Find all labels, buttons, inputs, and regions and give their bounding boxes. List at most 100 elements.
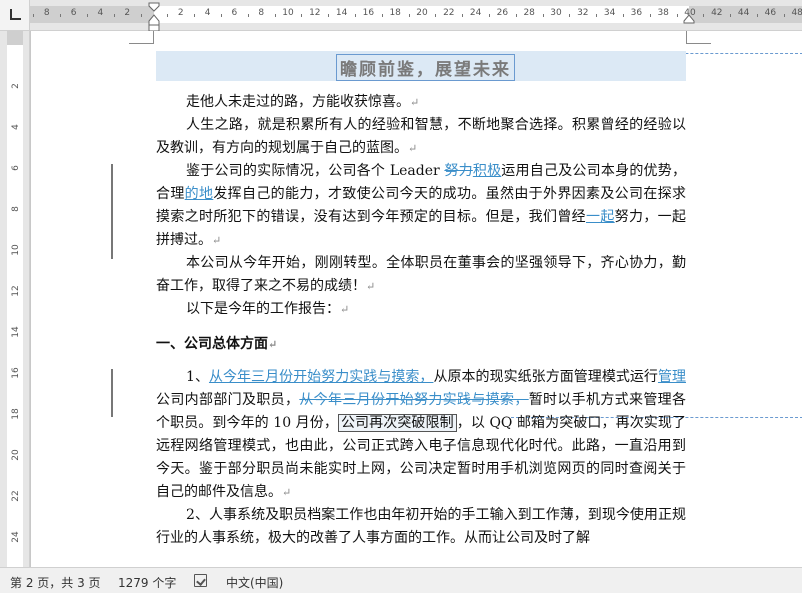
ruler-tick-mark [783,14,785,17]
ruler-tick-label: 26 [496,8,509,18]
vruler-tick-label: 8 [11,206,21,212]
paragraph-mark: ↵ [268,338,278,351]
ruler-tick-mark [167,14,169,17]
ruler-tick-mark [60,14,62,17]
document-page[interactable]: 瞻顾前鉴，展望未来 走他人未走过的路，方能收获惊喜。↵ 人生之路，就是积累所有人… [30,31,802,567]
ruler-tick-label: 46 [764,8,777,18]
tracked-deletion[interactable]: 从今年三月份开始努力实践与摸索， [299,392,528,408]
tab-stop-icon [10,9,21,20]
ruler-tick-mark [515,14,517,17]
ruler-tick-label: 42 [711,8,723,18]
ruler-toggle[interactable] [0,0,30,31]
crop-mark-left [129,31,154,44]
ruler-tick-mark [140,14,142,17]
ruler-tick-mark [408,14,410,17]
ruler-tick-label: 32 [577,8,589,18]
vertical-ruler[interactable]: 2 4 6 8 10 12 14 16 18 20 22 24 [0,31,30,567]
paragraph[interactable]: 以下是今年的工作报告：↵ [156,298,686,321]
ruler-tick-mark [381,14,383,17]
ruler-tick-label: 2 [124,8,131,18]
tracked-insertion[interactable]: 从今年三月份开始努力实践与摸索， [209,369,434,385]
paragraph-text: 2、人事系统及职员档案工作也由年初开始的手工输入到工作薄，到现今使用正规行业的人… [156,507,686,546]
paragraph[interactable]: 1、从今年三月份开始努力实践与摸索，从原本的现实纸张方面管理模式运行管理公司内部… [156,366,686,504]
vruler-tick-label: 10 [11,244,21,256]
paragraph-text: 鉴于公司的实际情况，公司各个 Leader [186,163,445,179]
ruler-tick-mark [301,14,303,17]
status-bar: 第 2 页，共 3 页 1279 个字 中文(中国) [0,567,802,593]
ruler-tick-mark [247,14,249,17]
ruler-tick-label: 28 [523,8,535,18]
ruler-tick-mark [649,14,651,17]
ruler-tick-label: 8 [43,8,50,18]
vruler-tick-label: 6 [11,165,21,171]
vruler-tick-label: 18 [11,408,21,420]
vruler-tick-label: 14 [11,326,21,338]
right-indent-marker[interactable] [683,14,695,24]
ruler-tick-label: 36 [630,8,643,18]
commented-text[interactable]: 公司再次突破限制 [337,414,457,432]
ruler-tick-label: 20 [416,8,428,18]
paragraph-mark: ↵ [408,142,418,155]
ruler-tick-label: 4 [97,8,104,18]
ruler-tick-label: 34 [603,8,616,18]
paragraph-mark: ↵ [410,96,420,109]
ruler-tick-mark [194,14,196,17]
paragraph-mark: ↵ [340,303,350,316]
ruler-tick-label: 6 [231,8,238,18]
ruler-tick-mark [462,14,464,17]
paragraph-text: 以下是今年的工作报告： [186,301,340,317]
ruler-tick-mark [730,14,732,17]
paragraph-mark: ↵ [366,280,376,293]
paragraph[interactable]: 人生之路，就是积累所有人的经验和智慧，不断地聚合选择。积累曾经的经验以及教训，有… [156,114,686,160]
change-bar [111,164,113,259]
paragraph-text: 本公司从今年开始，刚刚转型。全体职员在董事会的坚强领导下，齐心协力，勤奋工作，取… [156,255,686,294]
ruler-tick-mark [274,14,276,17]
vruler-margin-area [7,31,23,45]
ruler-tick-label: 38 [657,8,669,18]
tracked-insertion[interactable]: 一起 [586,209,615,225]
paragraph-text: 1、 [186,369,209,385]
proofing-icon[interactable] [194,574,207,587]
vruler-text-area [7,31,23,567]
vruler-tick-label: 2 [11,83,21,89]
ruler-tick-mark [355,14,356,17]
document-title[interactable]: 瞻顾前鉴，展望未来 [336,54,515,81]
vruler-tick-label: 4 [11,124,21,130]
first-line-indent-marker[interactable] [148,2,160,12]
title-line: 瞻顾前鉴，展望未来 [156,51,686,81]
ruler-tick-label: 48 [791,8,802,18]
left-indent-marker[interactable] [148,14,160,32]
ruler-tick-label: 22 [443,8,455,18]
heading-text: 一、公司总体方面 [156,336,268,352]
horizontal-ruler[interactable]: 8 6 4 2 2 4 6 8 10 12 14 16 18 20 22 24 26 28 30 32 34 36 38 40… [30,0,802,32]
language-status[interactable]: 中文(中国) [226,574,283,591]
ruler-tick-mark [623,14,624,17]
ruler-tick-label: 44 [737,8,750,18]
paragraph[interactable]: 鉴于公司的实际情况，公司各个 Leader 努力积极运用自己及公司本身的优势，合… [156,160,686,252]
ruler-tick-mark [113,14,115,17]
paragraph-text: 人生之路，就是积累所有人的经验和智慧，不断地聚合选择。积累曾经的经验以及教训，有… [156,117,686,156]
ruler-tick-mark [33,14,35,17]
paragraph-mark: ↵ [212,234,222,247]
section-heading[interactable]: 一、公司总体方面↵ [156,333,686,356]
tracked-insertion[interactable]: 的地 [185,186,214,202]
ruler-tick-mark [489,14,490,17]
ruler-tick-label: 14 [335,8,348,18]
tracked-insertion[interactable]: 管理 [658,369,686,385]
tracked-insertion[interactable]: 积极 [473,163,501,179]
ruler-tick-label: 6 [70,8,77,18]
page-count-status[interactable]: 第 2 页，共 3 页 [10,574,101,591]
paragraph[interactable]: 2、人事系统及职员档案工作也由年初开始的手工输入到工作薄，到现今使用正规行业的人… [156,504,686,550]
paragraph[interactable]: 本公司从今年开始，刚刚转型。全体职员在董事会的坚强领导下，齐心协力，勤奋工作，取… [156,252,686,298]
paragraph[interactable]: 走他人未走过的路，方能收获惊喜。↵ [156,91,686,114]
tracked-deletion[interactable]: 努力 [444,163,472,179]
paragraph-text: 走他人未走过的路，方能收获惊喜。 [186,94,410,110]
ruler-tick-label: 12 [309,8,321,18]
crop-mark-right [686,31,711,44]
ruler-tick-mark [569,14,571,17]
document-body[interactable]: 瞻顾前鉴，展望未来 走他人未走过的路，方能收获惊喜。↵ 人生之路，就是积累所有人… [156,51,686,550]
ruler-tick-label: 8 [258,8,265,18]
word-count-status[interactable]: 1279 个字 [118,574,176,591]
ruler-tick-mark [757,14,758,17]
vruler-tick-label: 22 [11,490,21,502]
